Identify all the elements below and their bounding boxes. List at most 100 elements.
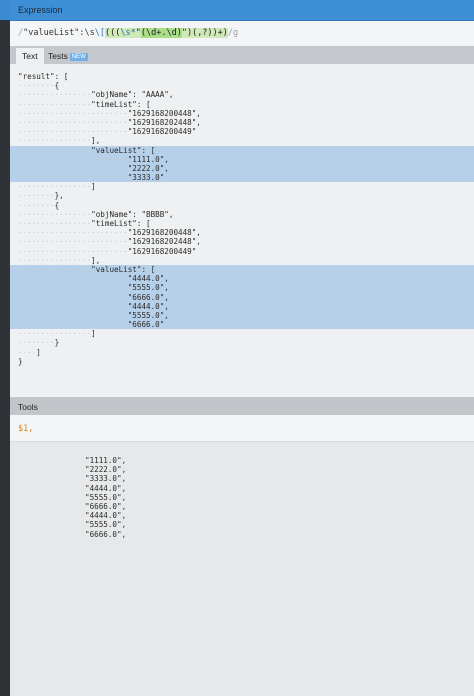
text-line-content: ], <box>91 255 101 265</box>
literal-key: "valueList" <box>23 28 80 38</box>
text-line-match: ························"4444.0", <box>10 274 474 284</box>
expression-header[interactable]: Expression <box>10 0 474 21</box>
whitespace-marker: ················ <box>18 99 92 109</box>
whitespace-marker: ················ <box>18 145 92 155</box>
text-line-content: ], <box>91 136 101 146</box>
text-line: ························"1629168200449" <box>10 247 474 256</box>
text-line-content: "6666.0" <box>127 320 165 330</box>
whitespace-marker: ················ <box>18 255 92 265</box>
source-text[interactable]: "result": [········{················"obj… <box>10 72 474 366</box>
literal-colon: :\s <box>79 28 95 38</box>
text-line-match: ························"2222.0", <box>10 163 474 174</box>
whitespace-marker: ························ <box>18 301 128 311</box>
text-line-match: ················"valueList": [ <box>10 145 474 155</box>
inner-capture-group: (\d+.\d) <box>140 28 182 38</box>
text-line: ························"1629168200448", <box>10 109 474 118</box>
escaped-bracket: \[ <box>94 28 106 38</box>
regex-flags[interactable]: g <box>233 28 238 38</box>
whitespace-marker: ························ <box>18 163 128 173</box>
replace-expression-text: $1, <box>18 424 34 434</box>
tools-header-label: Tools <box>18 402 38 412</box>
result-line: "1111.0", <box>85 456 127 465</box>
group-tail: )(,?)) <box>186 28 218 38</box>
text-line: "result": [ <box>10 72 474 81</box>
text-line-content: ] <box>36 347 41 357</box>
text-panel[interactable]: "result": [········{················"obj… <box>10 64 474 397</box>
text-line-content: ] <box>91 329 96 339</box>
whitespace-marker: ················ <box>18 209 92 219</box>
text-line: ················"objName": "BBBB", <box>10 210 474 219</box>
result-line: "2222.0", <box>85 465 127 475</box>
text-line-content: "valueList": [ <box>91 145 156 155</box>
sidebar-accent <box>0 0 10 20</box>
text-line-content: "3333.0" <box>127 173 165 183</box>
text-line-content: ] <box>91 182 96 192</box>
text-line-content: { <box>54 200 60 210</box>
whitespace-marker: ························ <box>18 283 128 293</box>
text-line-match: ························"3333.0" <box>10 173 474 183</box>
tab-tests[interactable]: Tests NEW <box>42 48 94 64</box>
new-badge: NEW <box>69 53 88 61</box>
text-line: ········}, <box>10 191 474 200</box>
text-line-match: ························"6666.0" <box>10 320 474 330</box>
result-line: "4444.0", <box>85 483 127 493</box>
whitespace-marker: ················ <box>18 90 92 100</box>
text-line-content: "result": [ <box>18 72 69 81</box>
text-line: ········{ <box>10 81 474 90</box>
whitespace-marker: ········ <box>18 81 55 91</box>
text-line-content: { <box>54 81 60 91</box>
text-line: ················] <box>10 329 474 338</box>
whitespace-marker: ························ <box>18 320 128 330</box>
expression-text[interactable]: /"valueList":\s\[(((\s*"(\d+.\d)")(,?))+… <box>18 28 238 38</box>
text-line-content: "5555.0", <box>127 310 169 320</box>
whitespace-marker: ························ <box>18 173 128 183</box>
text-line-content: "1629168200449" <box>127 246 197 256</box>
text-line: ················], <box>10 256 474 265</box>
whitespace-marker: ························ <box>18 154 128 164</box>
text-line-match: ························"5555.0", <box>10 283 474 293</box>
text-line-content: "objName": "BBBB", <box>91 209 174 219</box>
text-line: ························"1629168200448", <box>10 228 474 237</box>
text-line-content: "2222.0", <box>127 163 169 173</box>
text-line-content: "timeList": [ <box>91 99 151 109</box>
whitespace-marker: ················ <box>18 182 92 192</box>
text-line-content: } <box>18 356 23 366</box>
text-line-content: "4444.0", <box>127 274 169 284</box>
whitespace-marker: ························ <box>18 292 128 302</box>
whitespace-marker: ························ <box>18 127 128 137</box>
text-line-match: ························"1111.0", <box>10 154 474 164</box>
text-line-match: ························"4444.0", <box>10 301 474 311</box>
result-line: "4444.0", <box>85 511 127 521</box>
result-line: "6666.0", <box>85 501 127 511</box>
text-line: ························"1629168200449" <box>10 127 474 136</box>
whitespace-marker: ························ <box>18 108 128 118</box>
text-line: ········} <box>10 338 474 347</box>
tab-text[interactable]: Text <box>16 48 44 64</box>
text-line-content: "1111.0", <box>127 154 169 164</box>
whitespace-marker: ························ <box>18 310 128 320</box>
whitespace-marker: ················ <box>18 329 92 339</box>
whitespace-marker: ························ <box>18 246 128 256</box>
text-line: } <box>10 357 474 366</box>
text-line: ················] <box>10 182 474 191</box>
text-line: ····] <box>10 348 474 357</box>
whitespace-marker: ························ <box>18 237 128 247</box>
result-line: "5555.0", <box>85 492 127 502</box>
text-line: ················], <box>10 136 474 145</box>
text-line: ················"objName": "AAAA", <box>10 90 474 99</box>
text-line-content: "1629168202448", <box>127 237 201 247</box>
tools-editor[interactable]: $1, <box>10 415 474 442</box>
quantifier-tail: +) <box>217 28 228 38</box>
regex-app: Expression /"valueList":\s\[(((\s*"(\d+.… <box>10 0 474 696</box>
tools-header[interactable]: Tools <box>10 397 474 415</box>
text-line: ················"timeList": [ <box>10 219 474 228</box>
tab-tests-label: Tests <box>48 51 68 61</box>
expression-editor[interactable]: /"valueList":\s\[(((\s*"(\d+.\d)")(,?))+… <box>10 21 474 46</box>
replace-expression[interactable]: $1, <box>18 424 33 434</box>
whitespace-marker: ························ <box>18 228 128 238</box>
text-line-match: ························"5555.0", <box>10 310 474 321</box>
text-line-content: "1629168200448", <box>127 108 201 118</box>
tool-result-text: "1111.0", "2222.0", "3333.0", "4444.0", "555… <box>85 456 126 539</box>
whitespace-marker: ···· <box>18 347 37 357</box>
text-line-content: "5555.0", <box>127 283 169 293</box>
